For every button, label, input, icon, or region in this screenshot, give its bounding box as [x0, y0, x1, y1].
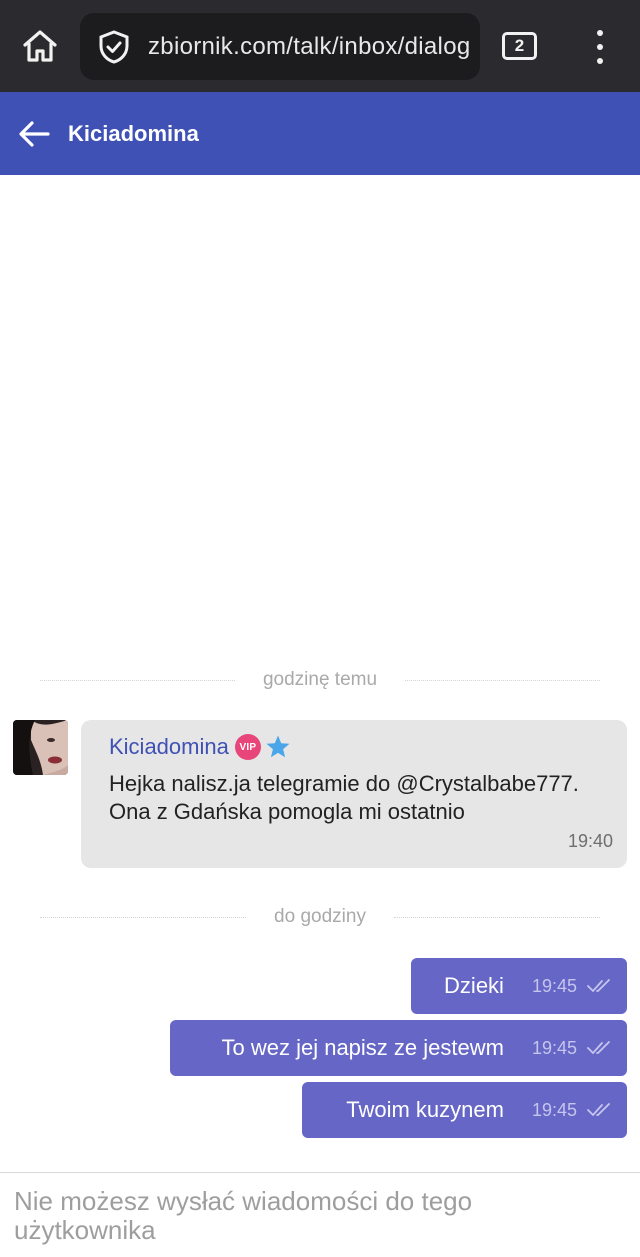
- sender-row: Kiciadomina VIP: [109, 734, 291, 760]
- date-divider-label: godzinę temu: [262, 669, 378, 690]
- more-vert-icon[interactable]: [584, 28, 616, 66]
- double-check-icon: [587, 1102, 613, 1118]
- star-icon: [265, 734, 291, 760]
- message-text: Twoim kuzynem: [346, 1097, 504, 1122]
- date-divider: do godziny: [40, 902, 600, 932]
- browser-toolbar: zbiornik.com/talk/inbox/dialog 2: [0, 0, 640, 92]
- message-text: Hejka nalisz.ja telegramie do @Crystalba…: [109, 771, 579, 824]
- date-divider: godzinę temu: [40, 665, 601, 695]
- outgoing-message: Twoim kuzynem 19:45: [302, 1082, 627, 1138]
- message-time: 19:45: [531, 975, 577, 996]
- page-title: Kiciadomina: [68, 120, 199, 146]
- shield-check-icon[interactable]: [96, 29, 132, 65]
- date-divider-label: do godziny: [274, 906, 366, 927]
- arrow-left-icon[interactable]: [14, 114, 54, 154]
- double-check-icon: [587, 1040, 613, 1056]
- address-bar[interactable]: zbiornik.com/talk/inbox/dialog: [80, 13, 480, 80]
- message-text: To wez jej napisz ze jestewm: [221, 1035, 504, 1060]
- url-text[interactable]: zbiornik.com/talk/inbox/dialog: [148, 33, 471, 61]
- sender-name[interactable]: Kiciadomina: [109, 734, 229, 760]
- double-check-icon: [587, 978, 613, 994]
- message-text: Dzieki: [444, 973, 504, 998]
- tab-count-button[interactable]: 2: [502, 32, 537, 60]
- outgoing-message: To wez jej napisz ze jestewm 19:45: [170, 1020, 627, 1076]
- incoming-message: Kiciadomina VIP Hejka nalisz.ja telegram…: [81, 720, 627, 868]
- message-composer: Nie możesz wysłać wiadomości do tego uży…: [0, 1172, 640, 1257]
- avatar[interactable]: [13, 720, 68, 775]
- composer-disabled-notice: Nie możesz wysłać wiadomości do tego uży…: [14, 1186, 473, 1245]
- chat-header: Kiciadomina: [0, 92, 640, 175]
- message-time: 19:40: [567, 831, 613, 851]
- vip-badge: VIP: [234, 734, 261, 760]
- home-icon[interactable]: [18, 24, 62, 68]
- message-time: 19:45: [531, 1037, 577, 1058]
- message-time: 19:45: [531, 1099, 577, 1120]
- outgoing-message: Dzieki 19:45: [411, 958, 627, 1014]
